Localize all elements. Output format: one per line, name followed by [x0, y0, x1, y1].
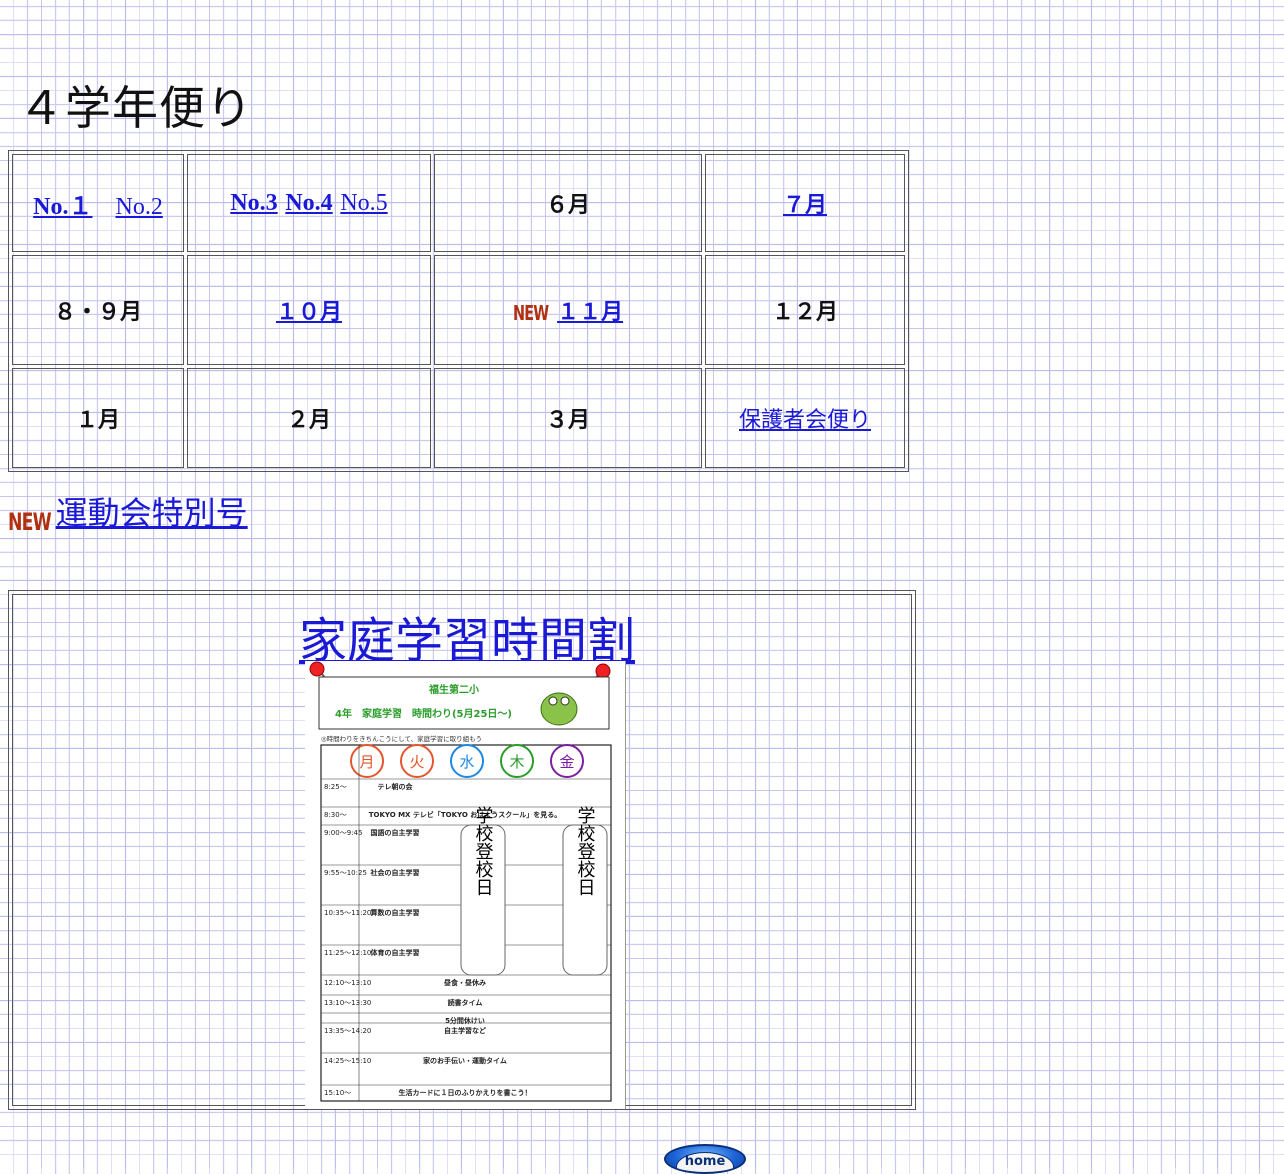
- svg-text:福生第二小: 福生第二小: [428, 683, 479, 696]
- cell-no1-no2: No.１ No.2: [12, 154, 184, 252]
- row-text: 算数の自主学習: [370, 908, 420, 917]
- row-time: 14:25〜15:10: [324, 1057, 371, 1065]
- row-text: TOKYO MX テレビ「TOKYO おはようスクール」を見る。: [369, 810, 562, 819]
- row-time: 12:10〜13:10: [324, 979, 371, 987]
- timetable-image-drawing: 福生第二小 4年 家庭学習 時間わり(5月25日〜) ◎時間わりをきちんこうにし…: [309, 661, 612, 1102]
- row-time: 13:10〜13:30: [324, 999, 371, 1007]
- row-time: 13:35〜14:20: [324, 1027, 371, 1035]
- cell-october: １０月: [187, 255, 431, 365]
- sports-day-special: NEW 運動会特別号: [8, 488, 248, 536]
- cell-july: ７月: [705, 154, 905, 252]
- row-text: 自主学習など: [444, 1026, 486, 1035]
- cell-june: ６月: [434, 154, 702, 252]
- home-study-timetable-box: 家庭学習時間割 福生第二小 4年 家庭学習 時間わり(5月25日〜) ◎時間わり…: [8, 590, 916, 1110]
- monthly-newsletter-table: No.１ No.2 No.3 No.4 No.5 ６月 ７月 ８・９月 １０月 …: [8, 150, 909, 472]
- cell-december: １２月: [705, 255, 905, 365]
- row-text: 5分間休けい: [445, 1016, 485, 1025]
- svg-text:学校登校日: 学校登校日: [575, 806, 596, 896]
- day-label: 火: [409, 753, 424, 771]
- row-time: 9:55〜10:25: [324, 869, 367, 877]
- link-sports-day[interactable]: 運動会特別号: [56, 494, 248, 532]
- link-july[interactable]: ７月: [783, 193, 827, 218]
- row-time: 15:10〜: [324, 1089, 351, 1097]
- row-time: 8:25〜: [324, 783, 347, 791]
- home-button-label: home: [684, 1154, 726, 1169]
- svg-text:◎時間わりをきちんこうにして、家庭学習に取り組もう: ◎時間わりをきちんこうにして、家庭学習に取り組もう: [321, 734, 482, 743]
- link-parents-meeting[interactable]: 保護者会便り: [739, 408, 871, 433]
- timetable-image[interactable]: 福生第二小 4年 家庭学習 時間わり(5月25日〜) ◎時間わりをきちんこうにし…: [305, 661, 626, 1109]
- row-text: 国語の自主学習: [371, 828, 420, 837]
- row-text: 読書タイム: [448, 998, 483, 1007]
- new-badge: NEW: [512, 301, 549, 325]
- cell-aug-sep: ８・９月: [12, 255, 184, 365]
- row-time: 10:35〜11:20: [324, 909, 371, 917]
- day-label: 水: [459, 753, 474, 771]
- svg-text:4年 家庭学習 時間わり(5月25日〜): 4年 家庭学習 時間わり(5月25日〜): [335, 707, 512, 720]
- link-no3[interactable]: No.3: [230, 190, 277, 216]
- cell-march: ３月: [434, 368, 702, 468]
- home-button[interactable]: home: [664, 1144, 746, 1174]
- day-label: 木: [509, 753, 524, 771]
- link-no4[interactable]: No.4: [285, 190, 332, 216]
- cell-no3-no5: No.3 No.4 No.5: [187, 154, 431, 252]
- link-no2[interactable]: No.2: [115, 194, 162, 220]
- row-text: 生活カードに１日のふりかえりを書こう！: [399, 1088, 532, 1097]
- day-label: 月: [359, 753, 374, 771]
- mascot-icon: [540, 692, 578, 726]
- day-label: 金: [559, 753, 574, 771]
- timetable-cell: 家庭学習時間割 福生第二小 4年 家庭学習 時間わり(5月25日〜) ◎時間わり…: [12, 594, 912, 1109]
- row-time: 9:00〜9:45: [324, 829, 362, 837]
- cell-january: １月: [12, 368, 184, 468]
- cell-november: NEW １１月: [434, 255, 702, 365]
- row-text: 家のお手伝い・運動タイム: [423, 1056, 507, 1065]
- row-text: 体育の自主学習: [371, 948, 420, 957]
- cell-parents-meeting: 保護者会便り: [705, 368, 905, 468]
- new-badge: NEW: [8, 508, 52, 536]
- link-october[interactable]: １０月: [276, 300, 342, 325]
- row-text: 昼食・昼休み: [443, 978, 486, 987]
- row-text: 社会の自主学習: [370, 868, 420, 877]
- row-time: 11:25〜12:10: [324, 949, 371, 957]
- link-no5[interactable]: No.5: [340, 190, 387, 216]
- page-title: ４学年便り: [18, 81, 253, 135]
- row-text: テレ朝の会: [378, 782, 414, 791]
- row-time: 8:30〜: [324, 811, 347, 819]
- cell-february: ２月: [187, 368, 431, 468]
- link-november[interactable]: １１月: [557, 300, 623, 325]
- link-no1[interactable]: No.１: [33, 194, 92, 220]
- svg-text:学校登校日: 学校登校日: [473, 806, 494, 896]
